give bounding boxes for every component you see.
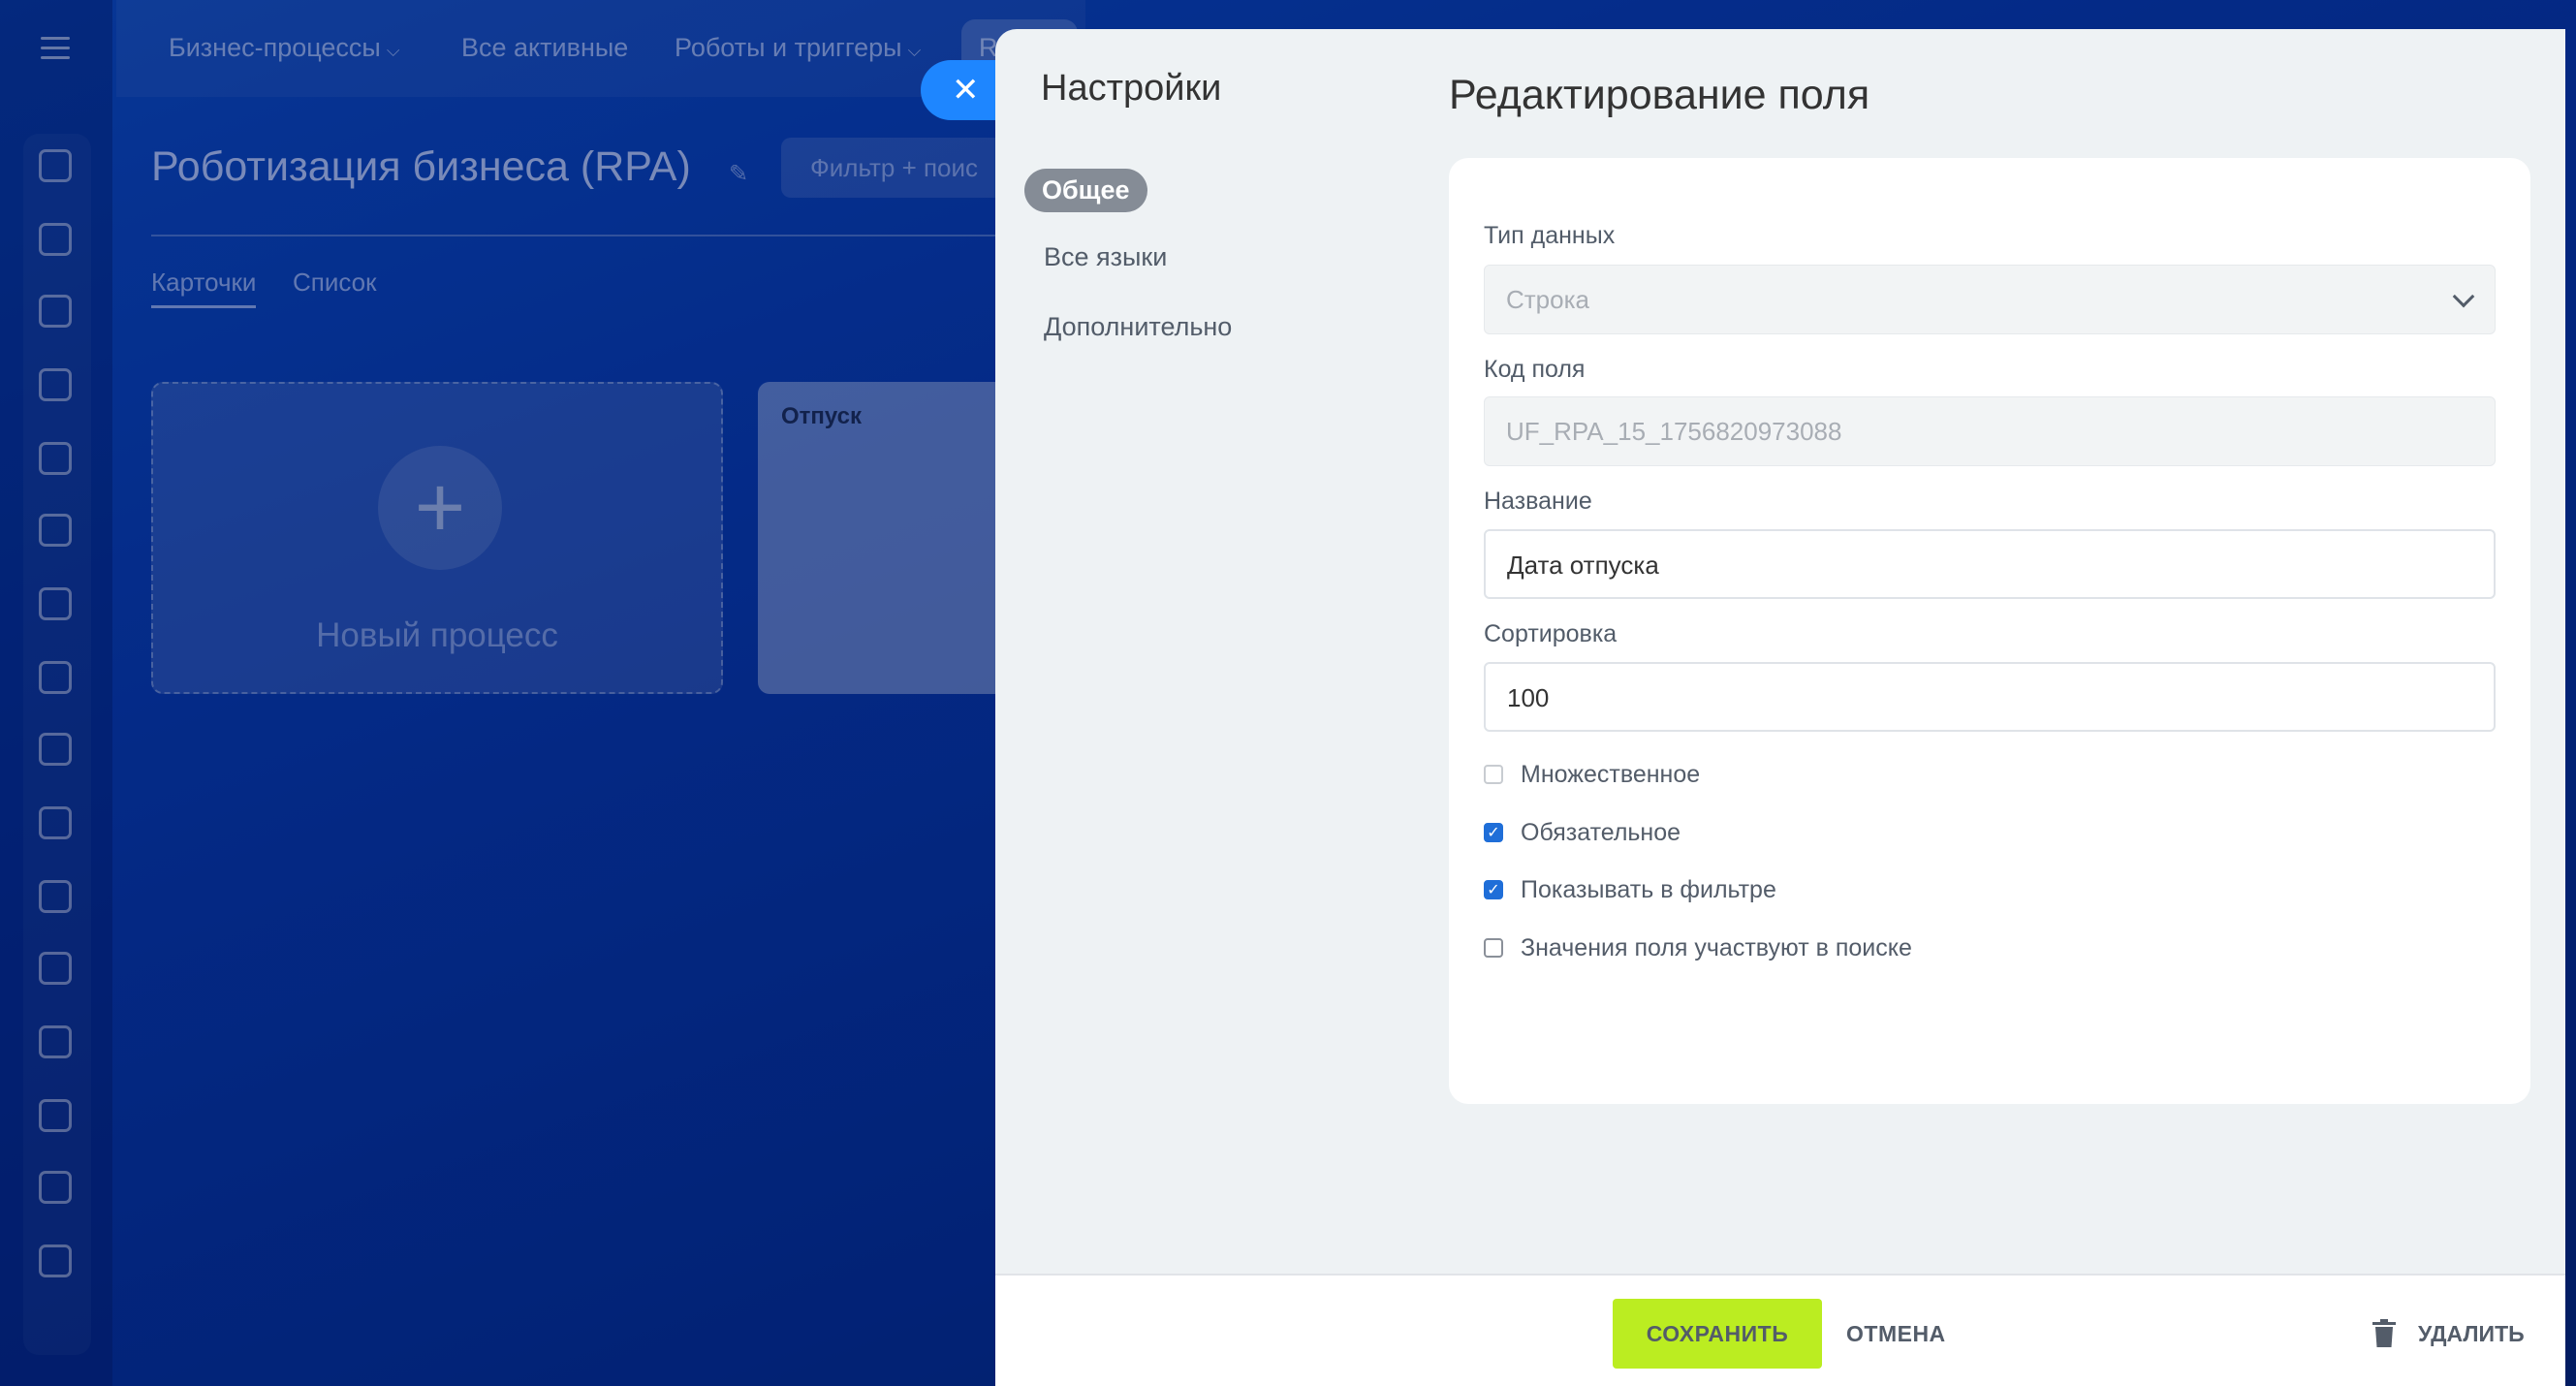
checkbox-row-required[interactable]: ✓ Обязательное: [1484, 817, 1681, 848]
field-form: Тип данных Строка Код поля UF_RPA_15_175…: [1449, 158, 2530, 1104]
chevron-down-icon: [2452, 285, 2475, 308]
save-button[interactable]: СОХРАНИТЬ: [1613, 1299, 1822, 1369]
checkbox-row-searchable[interactable]: Значения поля участвуют в поиске: [1484, 932, 1912, 963]
name-label: Название: [1484, 488, 1592, 515]
field-code-input[interactable]: UF_RPA_15_1756820973088: [1484, 396, 2496, 466]
name-input[interactable]: Дата отпуска: [1484, 529, 2496, 599]
panel-footer: СОХРАНИТЬ ОТМЕНА УДАЛИТЬ: [995, 1274, 2565, 1386]
cancel-button[interactable]: ОТМЕНА: [1846, 1299, 1946, 1369]
multiple-checkbox[interactable]: [1484, 765, 1503, 784]
nav-item-general[interactable]: Общее: [1024, 169, 1147, 212]
data-type-label: Тип данных: [1484, 222, 1616, 249]
searchable-checkbox[interactable]: [1484, 938, 1503, 958]
edit-field-title: Редактирование поля: [1449, 72, 1870, 118]
nav-item-additional[interactable]: Дополнительно: [1044, 312, 1232, 342]
field-code-label: Код поля: [1484, 356, 1586, 383]
close-icon: ✕: [952, 72, 980, 109]
field-settings-panel: Настройки Общее Все языки Дополнительно …: [995, 29, 2565, 1386]
show-in-filter-checkbox[interactable]: ✓: [1484, 880, 1503, 899]
data-type-select[interactable]: Строка: [1484, 265, 2496, 334]
trash-icon: [2372, 1319, 2396, 1347]
checkbox-row-multiple[interactable]: Множественное: [1484, 759, 1700, 790]
checkbox-row-show-in-filter[interactable]: ✓ Показывать в фильтре: [1484, 874, 1776, 905]
sort-label: Сортировка: [1484, 620, 1618, 647]
sort-input[interactable]: 100: [1484, 662, 2496, 732]
nav-item-all-languages[interactable]: Все языки: [1044, 242, 1167, 272]
settings-nav-title: Настройки: [1041, 68, 1222, 109]
required-checkbox[interactable]: ✓: [1484, 823, 1503, 842]
delete-button[interactable]: УДАЛИТЬ: [2372, 1299, 2525, 1369]
